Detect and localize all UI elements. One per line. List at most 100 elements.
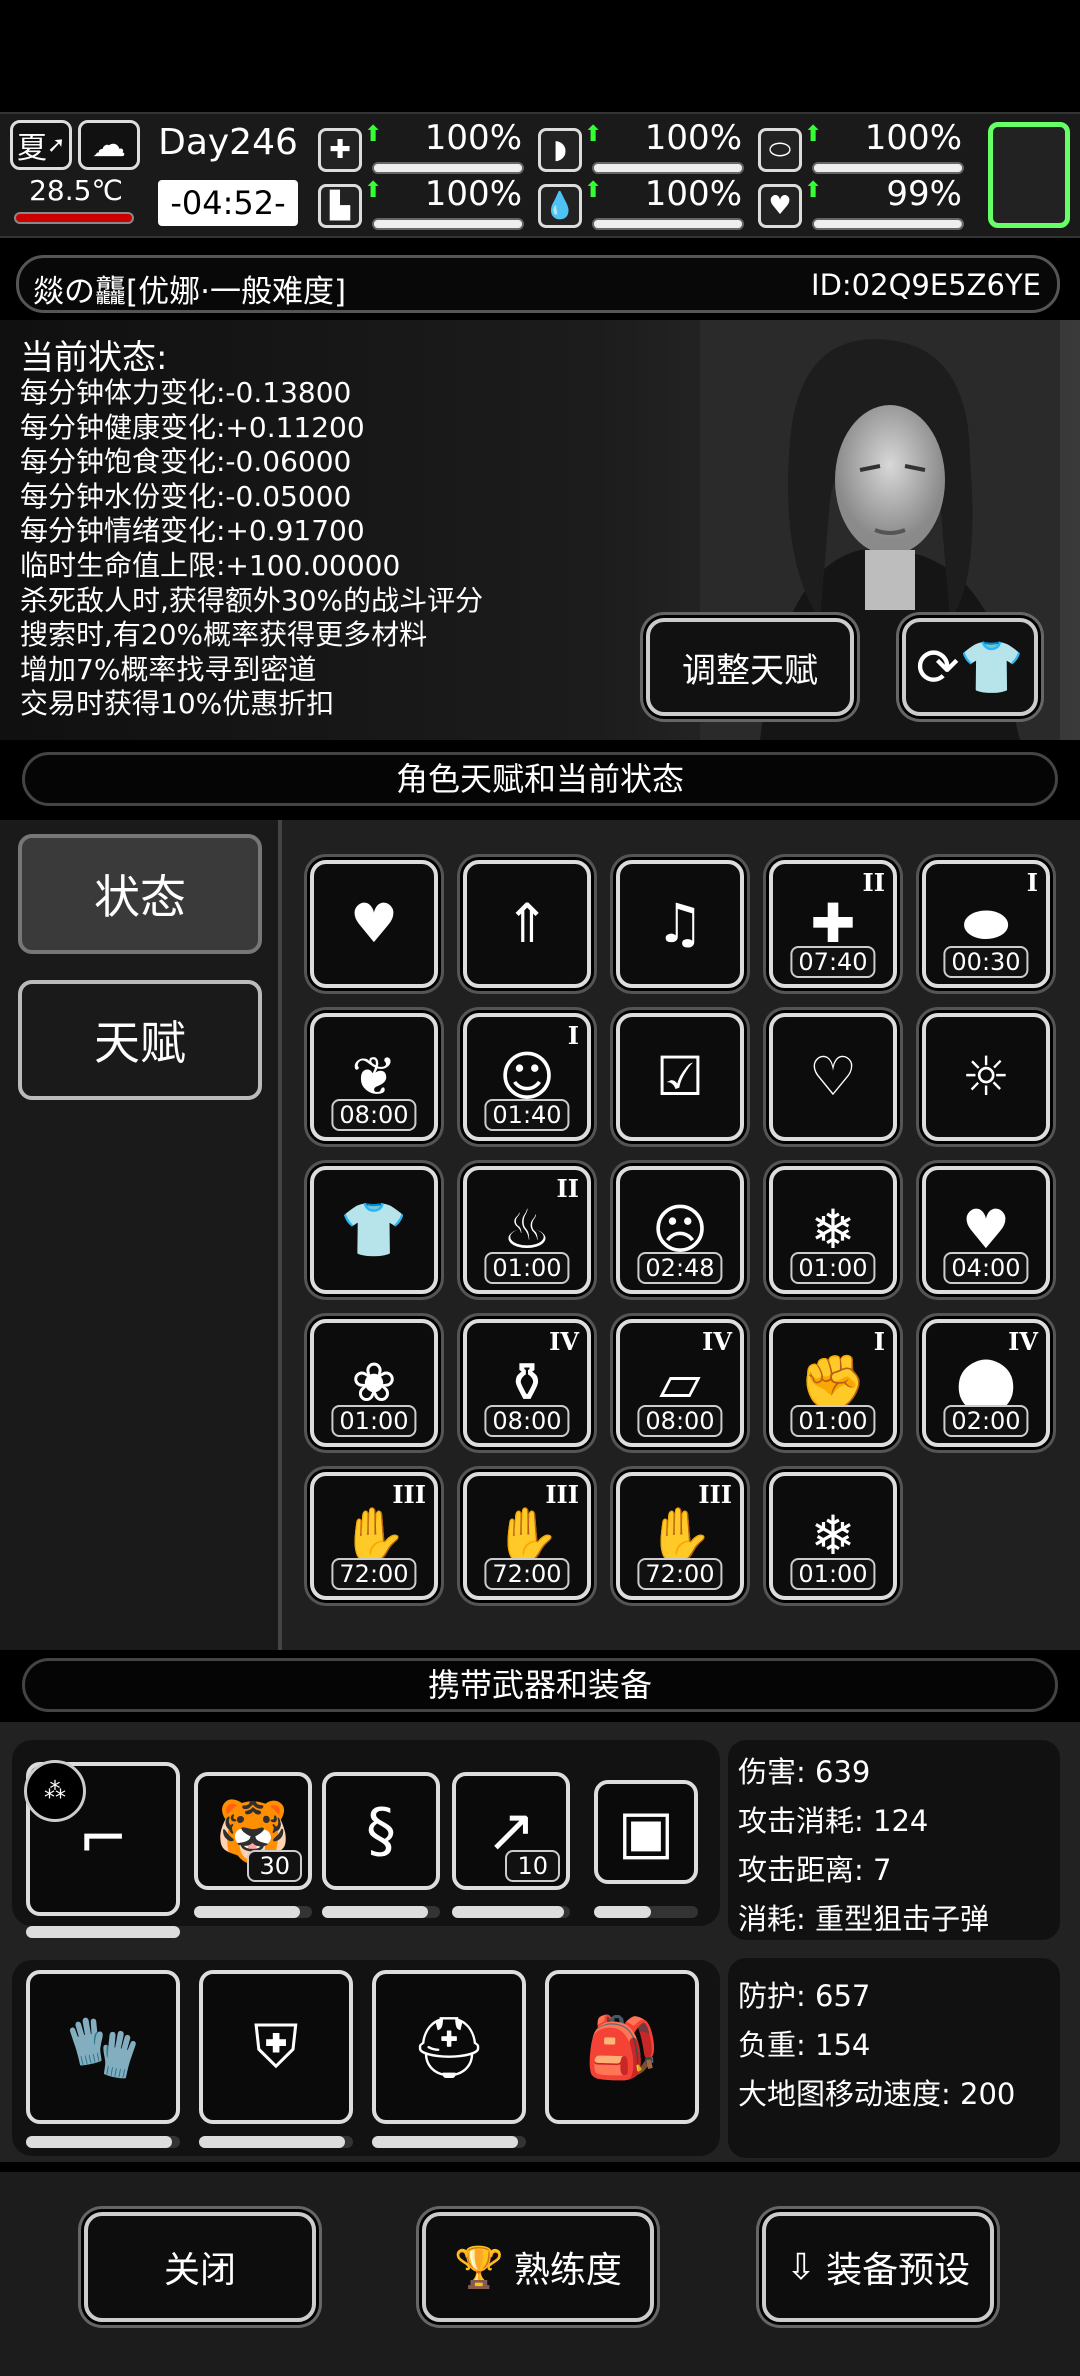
buff-slot[interactable]: ♨ II 01:00 <box>463 1166 591 1294</box>
equipment-header: 携带武器和装备 <box>22 1658 1058 1712</box>
shirt-icon: 👕 <box>340 1198 408 1261</box>
armor-slot[interactable]: ⛨ <box>199 1970 353 2124</box>
weapon-slot[interactable]: ⌐ ⁂ <box>24 1760 180 1916</box>
buff-timer: 01:00 <box>331 1405 417 1437</box>
buff-slot[interactable]: ❄ 01:00 <box>769 1472 897 1600</box>
helmet-icon: ⛑ <box>410 2012 488 2083</box>
quick-slot-button[interactable] <box>988 122 1070 228</box>
chain-whip-icon: § <box>366 1796 396 1866</box>
buff-timer: 72:00 <box>484 1558 570 1590</box>
up-arrow-icon: ⬆ <box>364 122 383 147</box>
buff-slot[interactable]: ♫ <box>616 860 744 988</box>
boot-icon: ▙ <box>318 184 362 228</box>
equipment-preset-button[interactable]: ⇩ 装备预设 <box>762 2212 994 2322</box>
weapon-slot[interactable]: 🐯 30 <box>194 1772 312 1890</box>
buff-rank: IV <box>549 1327 579 1356</box>
stat-bar <box>592 162 744 174</box>
status-line: 每分钟饱食变化:-0.06000 <box>20 445 352 479</box>
prescription-icon: ☑ <box>655 1045 705 1108</box>
buff-slot[interactable]: ✋ III 72:00 <box>616 1472 744 1600</box>
buff-slot[interactable]: ✋ III 72:00 <box>310 1472 438 1600</box>
durability-bar <box>26 1926 180 1938</box>
stat-value: 100% <box>424 174 522 214</box>
stat-value: 99% <box>886 174 962 214</box>
tab-talent[interactable]: 天赋 <box>18 980 262 1100</box>
armor-slot[interactable]: ⛑ <box>372 1970 526 2124</box>
status-line: 增加7%概率找寻到密道 <box>20 652 317 686</box>
weapon-stat: 伤害: 639 <box>738 1755 871 1789</box>
meal-icon: ♥ <box>961 1198 1011 1261</box>
buff-area: 状态 天赋 ♥ ⇑ ♫ ✚ II 07:40 ⬬ I 00:30 ❦ 08:00 ☺ I 01:40 ☑ ♡ ☼… <box>0 820 1080 1650</box>
sun-icon: ➚ <box>47 132 66 158</box>
temperature: 28.5℃ <box>29 174 123 207</box>
armor-stats-panel: 防护: 657 负重: 154 大地图移动速度: 200 <box>728 1958 1060 2158</box>
buff-slot[interactable]: ♥ 04:00 <box>922 1166 1050 1294</box>
status-title: 当前状态: <box>20 338 168 378</box>
durability-bar <box>194 1906 312 1918</box>
buff-rank: I <box>567 1021 579 1050</box>
buff-slot[interactable]: ☑ <box>616 1013 744 1141</box>
status-line: 每分钟体力变化:-0.13800 <box>20 376 352 409</box>
stat-bar-fill <box>374 220 522 228</box>
durability-bar <box>372 2136 526 2148</box>
status-line: 临时生命值上限:+100.00000 <box>20 548 401 582</box>
proficiency-button[interactable]: 🏆 熟练度 <box>422 2212 654 2322</box>
hot-food-icon: ♨ <box>502 1198 552 1261</box>
tab-status[interactable]: 状态 <box>18 834 262 954</box>
stomach-heart-icon: ♡ <box>808 1045 858 1108</box>
buff-timer: 01:00 <box>790 1252 876 1284</box>
buff-slot[interactable]: ☺ I 01:40 <box>463 1013 591 1141</box>
buff-slot[interactable]: ▱ IV 08:00 <box>616 1319 744 1447</box>
weapon-slot[interactable]: ▣ <box>594 1780 698 1884</box>
durability-fill <box>199 2136 346 2148</box>
status-line: 交易时获得10%优惠折扣 <box>20 687 335 721</box>
stat-bar-fill <box>374 164 522 172</box>
fist-up-icon: ✊ <box>799 1351 867 1414</box>
durability-fill <box>452 1906 565 1918</box>
status-line: 每分钟水份变化:-0.05000 <box>20 479 352 513</box>
stat-value: 100% <box>864 118 962 158</box>
buff-slot[interactable]: ⬬ I 00:30 <box>922 860 1050 988</box>
buff-slot[interactable]: ❦ 08:00 <box>310 1013 438 1141</box>
stat-value: 100% <box>644 174 742 214</box>
buff-slot[interactable]: ⬤ IV 02:00 <box>922 1319 1050 1447</box>
medkit-icon: ✚ <box>318 128 362 172</box>
buff-timer: 72:00 <box>637 1558 723 1590</box>
stat-value: 100% <box>424 118 522 158</box>
change-outfit-button[interactable]: ⟳👕 <box>902 618 1038 716</box>
buff-slot[interactable]: ☹ 02:48 <box>616 1166 744 1294</box>
stat-bar <box>812 218 964 230</box>
season-label: 夏 <box>17 131 47 166</box>
buff-slot[interactable]: ❄ 01:00 <box>769 1166 897 1294</box>
armor-slot[interactable]: 🎒 <box>545 1970 699 2124</box>
weapon-slot[interactable]: ↗ 10 <box>452 1772 570 1890</box>
buff-slot[interactable]: ✊ I 01:00 <box>769 1319 897 1447</box>
buff-slot[interactable]: 👕 <box>310 1166 438 1294</box>
gloves-icon: 🧤 <box>65 2012 141 2083</box>
buff-slot[interactable]: ❀ 01:00 <box>310 1319 438 1447</box>
buff-slot[interactable]: ✚ II 07:40 <box>769 860 897 988</box>
armor-slot[interactable]: 🧤 <box>26 1970 180 2124</box>
item-count: 30 <box>247 1850 302 1882</box>
buff-slot[interactable]: ♥ <box>310 860 438 988</box>
trophy-icon: 🏆 <box>454 2244 504 2291</box>
weapon-slot[interactable]: § <box>322 1772 440 1890</box>
weapon-stat: 攻击距离: 7 <box>738 1853 892 1887</box>
buff-slot[interactable]: ✋ III 72:00 <box>463 1472 591 1600</box>
buff-timer: 02:00 <box>943 1405 1029 1437</box>
player-id: ID:02Q9E5Z6YE <box>811 268 1041 302</box>
buff-slot[interactable]: ☼ <box>922 1013 1050 1141</box>
close-button[interactable]: 关闭 <box>84 2212 316 2322</box>
day-counter: Day246 <box>158 122 298 163</box>
buff-slot[interactable]: ♡ <box>769 1013 897 1141</box>
buff-slot[interactable]: ⇑ <box>463 860 591 988</box>
buff-slot[interactable]: ⚱ IV 08:00 <box>463 1319 591 1447</box>
scope-icon: ⁂ <box>24 1760 86 1822</box>
character-status-panel: 当前状态: 每分钟体力变化:-0.13800 每分钟健康变化:+0.11200 每分… <box>0 320 1080 740</box>
adjust-talent-button[interactable]: 调整天赋 <box>646 618 854 716</box>
up-arrow-icon: ⬆ <box>804 122 823 147</box>
temperature-bar <box>14 212 134 224</box>
up-arrow-icon: ⬆ <box>804 178 823 203</box>
up-arrow-icon: ⬆ <box>584 122 603 147</box>
stat-boot: ▙ ⬆ 100% <box>318 174 528 234</box>
